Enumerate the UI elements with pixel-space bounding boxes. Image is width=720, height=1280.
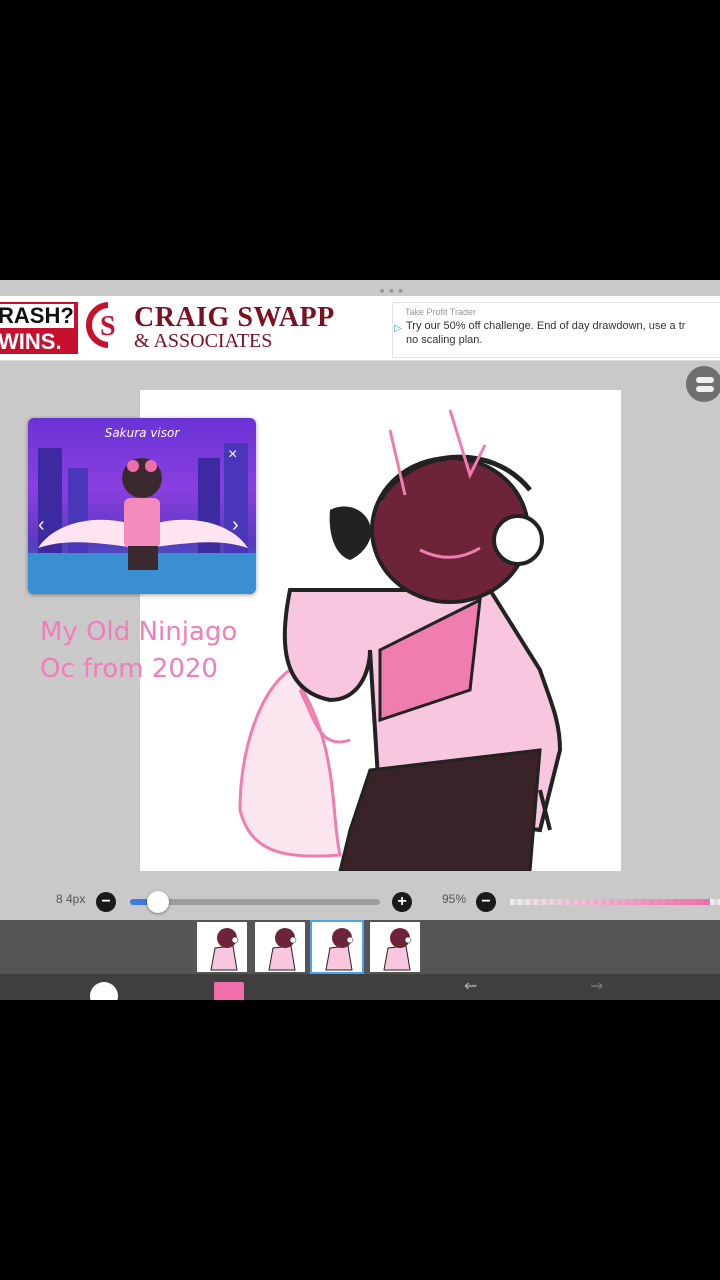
- brand-logo-icon: S: [86, 302, 132, 348]
- reference-image: [28, 443, 256, 594]
- color-swatch[interactable]: [214, 982, 244, 1000]
- ad-brand-sub: & ASSOCIATES: [134, 330, 273, 352]
- ad-bar: RASH? WINS. S CRAIG SWAPP & ASSOCIATES T…: [0, 296, 720, 361]
- frame-thumbnail[interactable]: [254, 922, 305, 972]
- opacity-decrease-button[interactable]: −: [476, 892, 496, 912]
- ad-choices-icon[interactable]: ▷: [394, 323, 402, 334]
- ad-advertiser: Take Profit Trader: [405, 307, 477, 317]
- frame-thumbnail[interactable]: [310, 920, 364, 974]
- size-decrease-button[interactable]: −: [96, 892, 116, 912]
- drawing-app-screen: ••• RASH? WINS. S CRAIG SWAPP & ASSOCIAT…: [0, 280, 720, 1000]
- ad-red-line2: WINS.: [0, 329, 62, 354]
- opacity-slider[interactable]: [510, 899, 720, 905]
- brush-size-thumb[interactable]: [146, 891, 169, 913]
- card-next-icon[interactable]: ›: [232, 514, 239, 537]
- caption-text: My Old Ninjago Oc from 2020: [40, 614, 237, 688]
- frame-thumbnail[interactable]: [197, 922, 247, 972]
- ad-red-line1: RASH?: [0, 303, 74, 328]
- frame-strip: [0, 920, 720, 975]
- size-increase-button[interactable]: +: [392, 892, 412, 912]
- card-close-icon[interactable]: ×: [228, 446, 237, 464]
- caption-line2: Oc from 2020: [40, 654, 218, 684]
- ad-text-line2: no scaling plan.: [406, 334, 483, 346]
- caption-line1: My Old Ninjago: [40, 617, 238, 647]
- brush-tool-icon[interactable]: [90, 982, 118, 1000]
- bottom-toolbar: ⇜ ⇝: [0, 974, 720, 1000]
- brush-controls: 8 4px − + 95% −: [0, 880, 720, 920]
- svg-text:S: S: [100, 311, 116, 342]
- ad-banner-left[interactable]: RASH? WINS. S CRAIG SWAPP & ASSOCIATES: [0, 300, 334, 356]
- card-prev-icon[interactable]: ‹: [38, 514, 45, 537]
- card-title: Sakura visor: [104, 426, 180, 440]
- frame-thumbnail[interactable]: [369, 922, 420, 972]
- ad-text: Try our 50% off challenge. End of day dr…: [406, 319, 685, 347]
- ad-text-line1: Try our 50% off challenge. End of day dr…: [406, 320, 686, 332]
- opacity-label: 95%: [442, 892, 467, 906]
- ad-red-block: RASH? WINS.: [0, 302, 78, 354]
- brush-size-label: 8 4px: [56, 892, 86, 906]
- ad-banner-right[interactable]: Take Profit Trader ▷ Try our 50% off cha…: [392, 302, 720, 358]
- reference-image-card[interactable]: Sakura visor ‹ › ×: [28, 418, 256, 594]
- undo-icon[interactable]: ⇜: [464, 976, 477, 996]
- opacity-fill: [510, 899, 710, 905]
- toggle-panels-icon[interactable]: [686, 366, 720, 402]
- redo-icon[interactable]: ⇝: [590, 976, 603, 996]
